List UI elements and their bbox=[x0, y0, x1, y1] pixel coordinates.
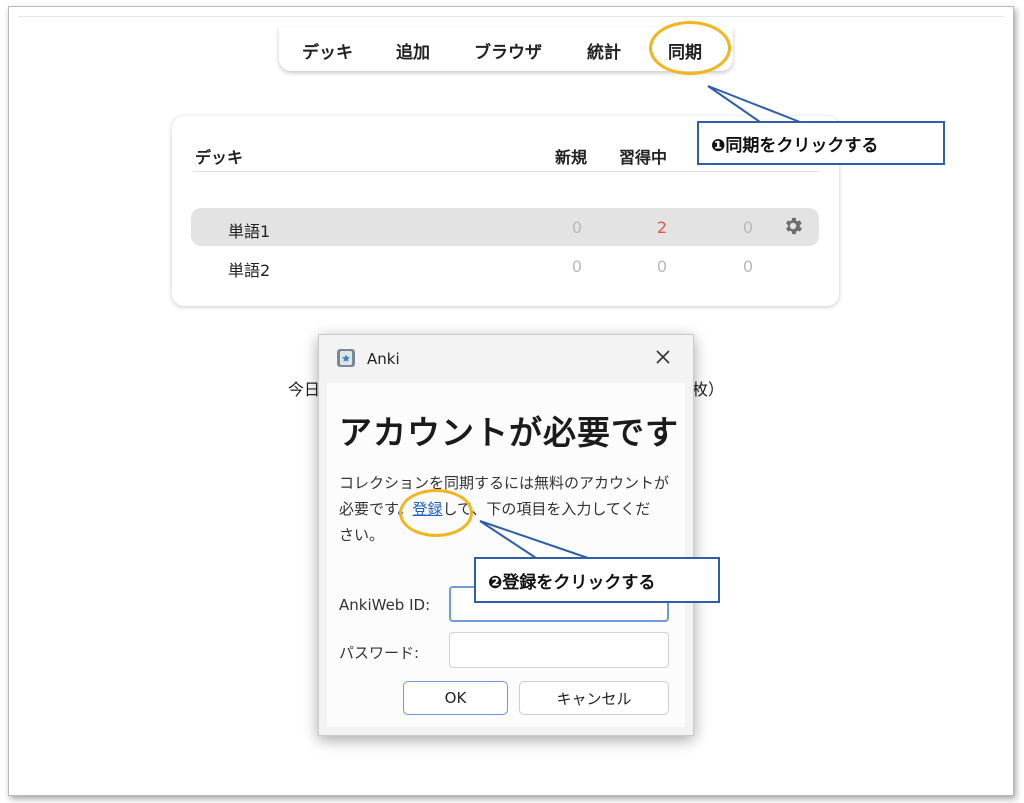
dialog-text-line2-end: して、下の項目を入力してくだ bbox=[442, 500, 651, 518]
ankiweb-id-label: AnkiWeb ID: bbox=[339, 596, 431, 614]
dialog-title: Anki bbox=[367, 350, 400, 368]
deck-row-selected[interactable] bbox=[191, 208, 819, 246]
deck-name-1[interactable]: 単語1 bbox=[228, 218, 270, 242]
nav-add[interactable]: 追加 bbox=[396, 38, 430, 63]
study-status-right: 枚） bbox=[692, 380, 725, 399]
deck-2-new-count: 0 bbox=[571, 257, 583, 276]
nav-browse[interactable]: ブラウザ bbox=[474, 38, 542, 63]
dialog-heading: アカウントが必要です bbox=[339, 413, 679, 452]
deck-1-due-count: 0 bbox=[742, 218, 754, 237]
nav-decks[interactable]: デッキ bbox=[302, 38, 353, 63]
dialog-text-line3: さい。 bbox=[339, 526, 385, 544]
gear-icon[interactable] bbox=[782, 215, 804, 237]
header-new: 新規 bbox=[555, 148, 588, 167]
register-highlight-circle bbox=[399, 489, 473, 537]
study-status-left: 今日 bbox=[288, 380, 321, 399]
dialog-text-line1: コレクションを同期するには無料のアカウントが bbox=[339, 474, 670, 492]
callout-step1: ❶同期をクリックする bbox=[697, 121, 945, 165]
header-learning: 習得中 bbox=[619, 148, 668, 167]
deck-2-due-count: 0 bbox=[742, 257, 754, 276]
deck-2-learning-count: 0 bbox=[656, 257, 668, 276]
sync-highlight-circle bbox=[649, 21, 731, 75]
cancel-button[interactable]: キャンセル bbox=[519, 681, 669, 715]
password-label: パスワード: bbox=[339, 644, 420, 662]
deck-name-2[interactable]: 単語2 bbox=[228, 257, 270, 281]
nav-stats[interactable]: 統計 bbox=[587, 38, 621, 63]
callout-step2: ❷登録をクリックする bbox=[474, 557, 720, 603]
deck-1-new-count: 0 bbox=[571, 218, 583, 237]
dialog-text-line2: 必要です。登録して、下の項目を入力してくだ bbox=[339, 498, 650, 519]
deck-1-learning-count: 2 bbox=[656, 218, 668, 237]
ok-button[interactable]: OK bbox=[403, 681, 508, 715]
password-input[interactable] bbox=[449, 632, 669, 668]
header-divider bbox=[193, 171, 819, 172]
header-deck: デッキ bbox=[195, 148, 244, 167]
anki-app-icon bbox=[337, 349, 355, 367]
close-icon[interactable] bbox=[652, 346, 674, 368]
